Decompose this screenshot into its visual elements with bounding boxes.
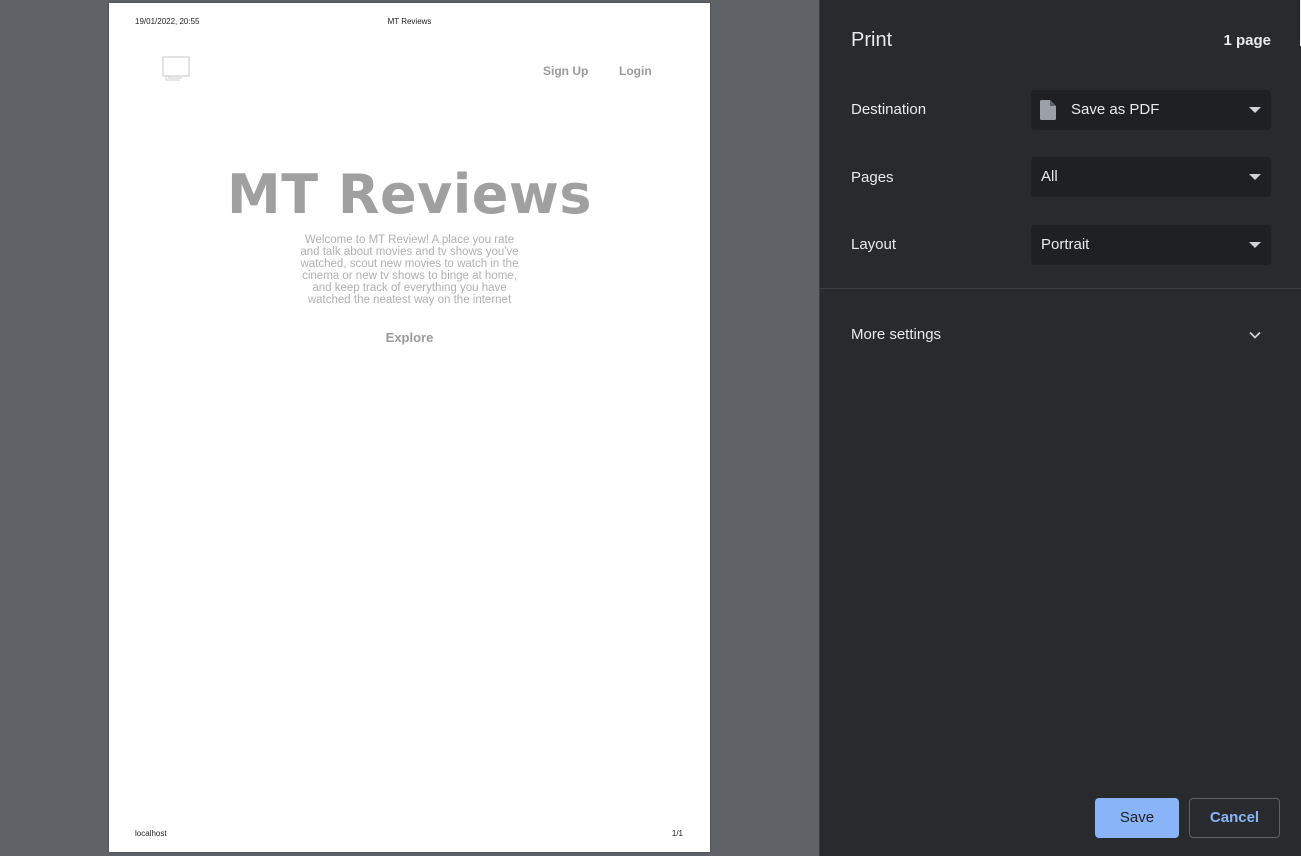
destination-label: Destination bbox=[851, 101, 927, 118]
layout-label: Layout bbox=[851, 236, 897, 253]
more-settings-toggle[interactable]: More settings bbox=[851, 326, 941, 343]
dropdown-arrow-icon bbox=[1249, 174, 1261, 180]
pages-value: All bbox=[1041, 168, 1058, 185]
hero-description: Welcome to MT Review! A place you rate a… bbox=[300, 234, 519, 306]
dropdown-arrow-icon bbox=[1249, 107, 1261, 113]
chevron-down-icon[interactable] bbox=[1248, 328, 1262, 342]
page-footer-url: localhost bbox=[135, 829, 167, 838]
site-signup-link: Sign Up bbox=[543, 64, 589, 78]
page-count: 1 page bbox=[1223, 32, 1271, 49]
cancel-button[interactable]: Cancel bbox=[1189, 798, 1280, 838]
hero-title: MT Reviews bbox=[227, 163, 592, 226]
page-footer-page-number: 1/1 bbox=[671, 829, 683, 838]
monitor-logo-icon bbox=[162, 56, 190, 81]
layout-select[interactable]: Portrait bbox=[1031, 225, 1271, 265]
destination-select[interactable]: Save as PDF bbox=[1031, 90, 1271, 130]
page-header-title: MT Reviews bbox=[387, 17, 432, 26]
preview-page: 19/01/2022, 20:55 MT Reviews Sign Up Log… bbox=[109, 3, 710, 852]
pages-label: Pages bbox=[851, 169, 894, 186]
print-preview-area: 19/01/2022, 20:55 MT Reviews Sign Up Log… bbox=[0, 0, 819, 856]
pages-select[interactable]: All bbox=[1031, 157, 1271, 197]
site-login-link: Login bbox=[619, 64, 652, 78]
save-button[interactable]: Save bbox=[1095, 798, 1179, 838]
destination-value: Save as PDF bbox=[1071, 101, 1160, 118]
dropdown-arrow-icon bbox=[1249, 242, 1261, 248]
layout-value: Portrait bbox=[1041, 236, 1090, 253]
print-dialog-title: Print bbox=[851, 29, 893, 51]
document-icon bbox=[1040, 100, 1056, 120]
print-settings-panel: Print 1 page Destination Save as PDF Pag… bbox=[819, 0, 1301, 856]
panel-divider bbox=[820, 288, 1301, 289]
explore-link: Explore bbox=[385, 330, 434, 345]
